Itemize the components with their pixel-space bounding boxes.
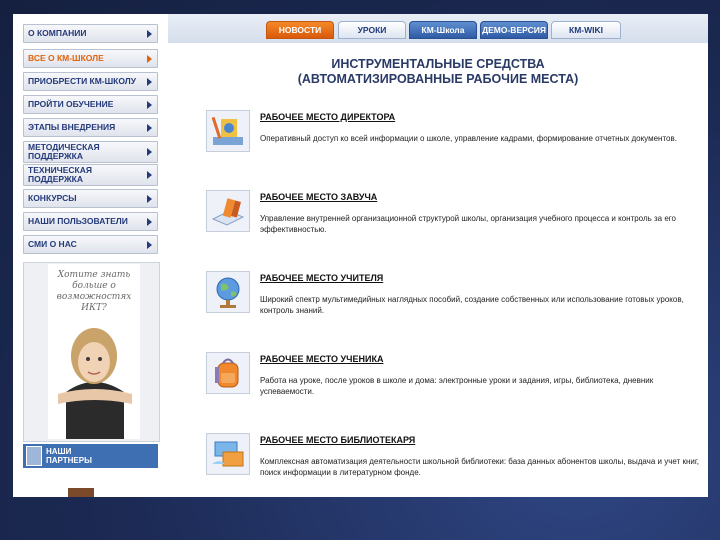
sidebar-item-label: ВСЕ О КМ-ШКОЛЕ [28,53,104,63]
chevron-right-icon [147,77,152,86]
workplace-description: Широкий спектр мультимедийных наглядных … [260,295,684,315]
sidebar-item-contests[interactable]: КОНКУРСЫ [23,189,158,208]
page-title: ИНСТРУМЕНТАЛЬНЫЕ СРЕДСТВА (АВТОМАТИЗИРОВ… [168,57,708,87]
chevron-right-icon [147,29,152,38]
sidebar-item-label: СМИ О НАС [28,239,77,249]
promo-image: Хотите знать больше о возможностях ИКТ? [48,264,140,439]
chevron-right-icon [147,194,152,203]
workplace-title[interactable]: РАБОЧЕЕ МЕСТО УЧЕНИКА [260,354,383,364]
books-icon[interactable] [206,190,250,232]
browser-page: О КОМПАНИИ ВСЕ О КМ-ШКОЛЕ ПРИОБРЕСТИ КМ-… [13,14,708,497]
sidebar-item-label: О КОМПАНИИ [28,28,87,38]
sidebar-item-label: НАШИ ПОЛЬЗОВАТЕЛИ [28,216,128,226]
tab-demo[interactable]: ДЕМО-ВЕРСИЯ [480,21,548,39]
workplace-description: Комплексная автоматизация деятельности ш… [260,457,699,477]
girl-illustration [58,328,132,439]
sidebar-item-label: ПРОЙТИ ОБУЧЕНИЕ [28,99,114,109]
chevron-right-icon [147,123,152,132]
tab-km-school[interactable]: КМ-Школа [409,21,477,39]
sidebar-item-buy[interactable]: ПРИОБРЕСТИ КМ-ШКОЛУ [23,72,158,91]
sidebar-item-label: МЕТОДИЧЕСКАЯ ПОДДЕРЖКА [28,142,100,161]
page-subtitle-line: (АВТОМАТИЗИРОВАННЫЕ РАБОЧИЕ МЕСТА) [297,72,579,86]
top-navigation: НОВОСТИ УРОКИ КМ-Школа ДЕМО-ВЕРСИЯ КМ-WI… [168,14,708,43]
tab-wiki[interactable]: КМ-WIKI [551,21,621,39]
chevron-right-icon [147,240,152,249]
globe-icon[interactable] [206,271,250,313]
workplace-description: Управление внутренней организационной ст… [260,214,676,234]
promo-banner[interactable]: Хотите знать больше о возможностях ИКТ? [23,262,160,442]
sidebar-item-users[interactable]: НАШИ ПОЛЬЗОВАТЕЛИ [23,212,158,231]
workplace-description: Оперативный доступ ко всей информации о … [260,134,677,143]
sidebar-item-methodical[interactable]: МЕТОДИЧЕСКАЯ ПОДДЕРЖКА [23,141,158,163]
workplace-title[interactable]: РАБОЧЕЕ МЕСТО ЗАВУЧА [260,192,377,202]
sidebar-item-label: КОНКУРСЫ [28,193,77,203]
sidebar-item-stages[interactable]: ЭТАПЫ ВНЕДРЕНИЯ [23,118,158,137]
backpack-icon[interactable] [206,352,250,394]
decorative-figure [68,488,94,497]
chevron-right-icon [147,217,152,226]
partners-icon [26,446,42,466]
tab-news[interactable]: НОВОСТИ [266,21,334,39]
sidebar-item-about[interactable]: О КОМПАНИИ [23,24,158,43]
sidebar-item-label: ТЕХНИЧЕСКАЯ ПОДДЕРЖКА [28,165,92,184]
tab-lessons[interactable]: УРОКИ [338,21,406,39]
chevron-right-icon [147,54,152,63]
chevron-right-icon [147,171,152,179]
page-title-line: ИНСТРУМЕНТАЛЬНЫЕ СРЕДСТВА [331,57,545,71]
workplace-title[interactable]: РАБОЧЕЕ МЕСТО ДИРЕКТОРА [260,112,395,122]
sidebar-item-label: ПРИОБРЕСТИ КМ-ШКОЛУ [28,76,137,86]
workplace-description: Работа на уроке, после уроков в школе и … [260,376,654,396]
sidebar-item-label: ЭТАПЫ ВНЕДРЕНИЯ [28,122,116,132]
chevron-right-icon [147,100,152,109]
left-navigation: О КОМПАНИИ ВСЕ О КМ-ШКОЛЕ ПРИОБРЕСТИ КМ-… [13,14,168,497]
sidebar-item-training[interactable]: ПРОЙТИ ОБУЧЕНИЕ [23,95,158,114]
sidebar-item-km-school[interactable]: ВСЕ О КМ-ШКОЛЕ [23,49,158,68]
chevron-right-icon [147,148,152,156]
main-content: НОВОСТИ УРОКИ КМ-Школа ДЕМО-ВЕРСИЯ КМ-WI… [168,14,708,497]
partners-link[interactable]: НАШИ ПАРТНЕРЫ [23,444,158,468]
workplace-title[interactable]: РАБОЧЕЕ МЕСТО БИБЛИОТЕКАРЯ [260,435,415,445]
partners-label: НАШИ ПАРТНЕРЫ [46,447,92,465]
workplace-title[interactable]: РАБОЧЕЕ МЕСТО УЧИТЕЛЯ [260,273,383,283]
sidebar-item-technical[interactable]: ТЕХНИЧЕСКАЯ ПОДДЕРЖКА [23,164,158,186]
director-icon[interactable] [206,110,250,152]
library-icon[interactable] [206,433,250,475]
sidebar-item-media[interactable]: СМИ О НАС [23,235,158,254]
